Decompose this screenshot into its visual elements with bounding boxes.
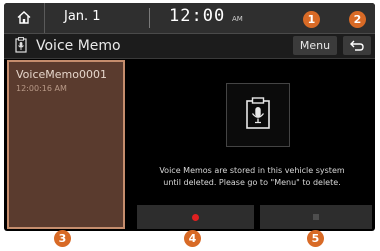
storage-info-text: Voice Memos are stored in this vehicle s… — [132, 165, 372, 189]
info-line-2: until deleted. Please go to "Menu" to de… — [163, 178, 341, 187]
status-ampm: AM — [232, 15, 243, 23]
infotainment-screen: Jan. 1 12:00 AM Voice Memo Menu VoiceMem… — [4, 3, 375, 231]
memo-time: 12:00:16 AM — [16, 84, 67, 93]
status-date: Jan. 1 — [64, 9, 101, 24]
callout-marker-5: 5 — [307, 230, 324, 247]
info-line-1: Voice Memos are stored in this vehicle s… — [159, 166, 345, 175]
callout-marker-4: 4 — [184, 230, 201, 247]
voice-memo-icon — [15, 37, 27, 57]
menu-button[interactable]: Menu — [293, 36, 337, 55]
callout-marker-2: 2 — [349, 11, 366, 28]
microphone-clipboard-icon-box — [226, 83, 290, 147]
home-button[interactable] — [4, 3, 45, 33]
stop-icon — [313, 214, 319, 220]
back-button[interactable] — [343, 36, 371, 55]
memo-list: VoiceMemo0001 12:00:16 AM — [7, 60, 125, 229]
back-icon — [350, 36, 364, 55]
memo-name: VoiceMemo0001 — [16, 68, 107, 81]
page-title: Voice Memo — [36, 38, 121, 54]
home-icon — [17, 9, 31, 28]
stop-button[interactable] — [260, 205, 372, 229]
status-divider — [149, 8, 150, 28]
record-icon — [192, 213, 199, 221]
callout-marker-3: 3 — [54, 230, 71, 247]
title-bar: Voice Memo Menu — [4, 34, 375, 59]
status-time: 12:00 — [169, 6, 226, 26]
microphone-clipboard-icon — [245, 97, 271, 133]
callout-marker-1: 1 — [303, 11, 320, 28]
record-button[interactable] — [137, 205, 254, 229]
